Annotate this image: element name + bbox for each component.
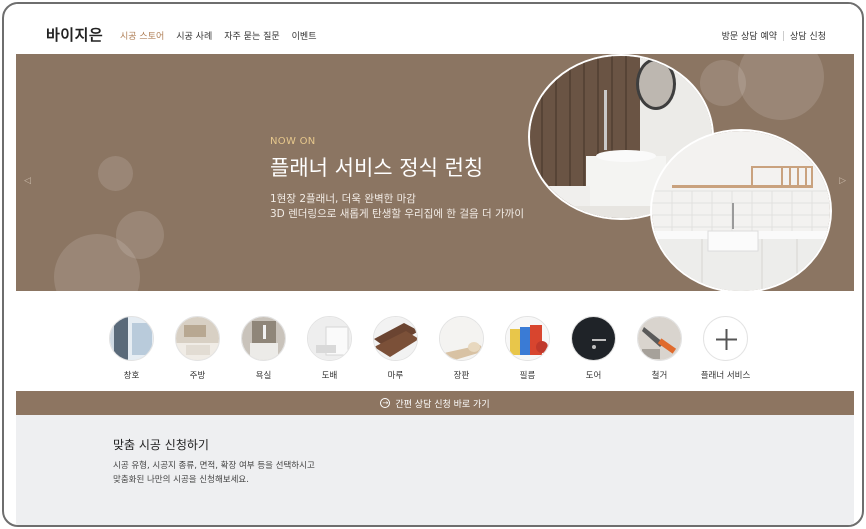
category-kitchen[interactable]: 주방	[175, 316, 220, 381]
quick-consult-label: 간편 상담 신청 바로 가기	[395, 399, 490, 410]
window-icon	[109, 316, 154, 361]
section-title: 맞춤 시공 신청하기	[113, 438, 209, 452]
flooring-icon	[373, 316, 418, 361]
category-planner[interactable]: 플래너 서비스	[700, 316, 751, 381]
plus-icon	[703, 316, 748, 361]
category-label: 도어	[585, 371, 602, 381]
category-label: 필름	[519, 371, 536, 381]
section-description: 시공 유형, 시공지 종류, 면적, 확장 여부 등을 선택하시고 맞춤화된 나…	[113, 459, 315, 487]
category-list: 창호 주방 욕실 도배 마루 장판 필름 도어 철거 플래너 서비스	[109, 316, 751, 381]
category-window[interactable]: 창호	[109, 316, 154, 381]
chevron-left-icon[interactable]: ◁	[24, 176, 31, 186]
decor-bubble	[98, 156, 133, 191]
category-label: 주방	[189, 371, 206, 381]
wallpaper-icon	[307, 316, 352, 361]
visit-consult-link[interactable]: 방문 상담 예약	[722, 29, 777, 42]
chevron-right-icon[interactable]: ▷	[839, 176, 846, 186]
main-nav: 시공 스토어 시공 사례 자주 묻는 질문 이벤트	[120, 29, 317, 42]
bathroom-icon	[241, 316, 286, 361]
category-film[interactable]: 필름	[505, 316, 550, 381]
description-line: 맞춤화된 나만의 시공을 신청해보세요.	[113, 475, 249, 485]
floor-sheet-icon	[439, 316, 484, 361]
nav-item-event[interactable]: 이벤트	[292, 29, 317, 42]
nav-item-store[interactable]: 시공 스토어	[120, 29, 164, 42]
decor-bubble	[738, 54, 824, 120]
nav-item-cases[interactable]: 시공 사례	[176, 29, 212, 42]
hero-banner[interactable]: ◁ ▷ NOW ON 플래너 서비스 정식 런칭 1현장 2플래너, 더욱 완벽…	[16, 54, 854, 291]
utility-nav: 방문 상담 예약 상담 신청	[722, 29, 826, 42]
banner-eyebrow: NOW ON	[270, 136, 316, 147]
film-icon	[505, 316, 550, 361]
category-floor-sheet[interactable]: 장판	[439, 316, 484, 381]
category-bathroom[interactable]: 욕실	[241, 316, 286, 381]
page: 바이지은 시공 스토어 시공 사례 자주 묻는 질문 이벤트 방문 상담 예약 …	[16, 4, 854, 525]
door-icon	[571, 316, 616, 361]
custom-request-section: 맞춤 시공 신청하기 시공 유형, 시공지 종류, 면적, 확장 여부 등을 선…	[16, 415, 854, 525]
banner-desc-line: 3D 렌더링으로 새롭게 탄생할 우리집에 한 걸음 더 가까이	[270, 208, 524, 220]
category-label: 욕실	[255, 371, 272, 381]
category-flooring[interactable]: 마루	[373, 316, 418, 381]
site-logo[interactable]: 바이지은	[46, 24, 103, 45]
kitchen-icon	[175, 316, 220, 361]
category-door[interactable]: 도어	[571, 316, 616, 381]
quick-consult-button[interactable]: → 간편 상담 신청 바로 가기	[16, 391, 854, 415]
category-label: 철거	[651, 371, 668, 381]
category-label: 장판	[453, 371, 470, 381]
arrow-circle-right-icon: →	[380, 398, 391, 408]
banner-desc-line: 1현장 2플래너, 더욱 완벽한 마감	[270, 193, 416, 205]
category-label: 플래너 서비스	[700, 371, 751, 381]
consult-request-link[interactable]: 상담 신청	[790, 29, 826, 42]
banner-description: 1현장 2플래너, 더욱 완벽한 마감 3D 렌더링으로 새롭게 탄생할 우리집…	[270, 192, 524, 222]
category-label: 마루	[387, 371, 404, 381]
banner-title: 플래너 서비스 정식 런칭	[270, 156, 484, 180]
category-label: 창호	[123, 371, 140, 381]
nav-item-faq[interactable]: 자주 묻는 질문	[224, 29, 279, 42]
description-line: 시공 유형, 시공지 종류, 면적, 확장 여부 등을 선택하시고	[113, 461, 315, 471]
category-wallpaper[interactable]: 도배	[307, 316, 352, 381]
browser-frame: 바이지은 시공 스토어 시공 사례 자주 묻는 질문 이벤트 방문 상담 예약 …	[2, 2, 864, 527]
divider	[783, 30, 785, 41]
demolition-icon	[637, 316, 682, 361]
site-header: 바이지은 시공 스토어 시공 사례 자주 묻는 질문 이벤트 방문 상담 예약 …	[16, 4, 854, 54]
category-label: 도배	[321, 371, 338, 381]
category-demolition[interactable]: 철거	[637, 316, 682, 381]
kitchen-photo	[650, 129, 832, 291]
